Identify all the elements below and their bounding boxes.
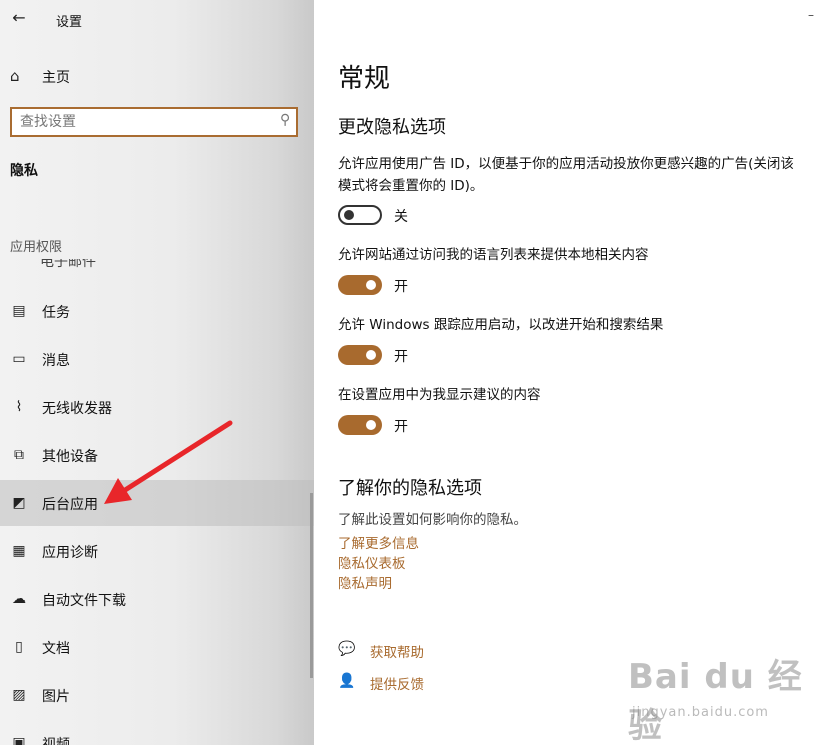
sidebar-item-partial[interactable]: 电子邮件 — [40, 259, 120, 269]
window-control[interactable]: – — [808, 8, 814, 22]
link-privacy-dashboard[interactable]: 隐私仪表板 — [338, 552, 406, 572]
sidebar-item-label: 文档 — [42, 641, 70, 657]
sidebar-item-label: 任务 — [42, 305, 70, 321]
section-title: 隐私 — [10, 163, 38, 179]
toggle-app-launch-tracking[interactable] — [338, 345, 382, 365]
give-feedback-link[interactable]: 提供反馈 — [370, 673, 424, 693]
search-box[interactable]: ⚲ — [10, 107, 298, 137]
main-panel: – 常规 更改隐私选项 允许应用使用广告 ID，以便基于你的应用活动投放你更感兴… — [314, 0, 820, 745]
sidebar-scrollbar[interactable] — [310, 493, 313, 678]
sidebar-item-home[interactable]: ⌂ 主页 — [0, 60, 314, 92]
toggle-knob — [344, 210, 354, 220]
cloud-icon: ☁ — [12, 591, 26, 607]
document-icon: ▯ — [15, 639, 23, 655]
toggle-suggested-content[interactable] — [338, 415, 382, 435]
sidebar: ← 设置 ⌂ 主页 ⚲ 隐私 应用权限 电子邮件 ▤ 任务 ▭ 消息 ⌇ 无线收… — [0, 0, 314, 745]
link-learn-more[interactable]: 了解更多信息 — [338, 532, 419, 552]
sidebar-item-label: 自动文件下载 — [42, 593, 126, 609]
home-icon: ⌂ — [10, 67, 20, 85]
toggle-state-label: 关 — [394, 209, 408, 225]
watermark: Bai du 经验 jingyan.baidu.com — [600, 645, 815, 745]
sidebar-item-partial-label: 电子邮件 — [40, 259, 96, 269]
sidebar-item-tasks[interactable]: ▤ 任务 — [0, 288, 314, 334]
search-input[interactable] — [20, 113, 260, 131]
sidebar-item-radios[interactable]: ⌇ 无线收发器 — [0, 384, 314, 430]
section-heading-know-privacy: 了解你的隐私选项 — [338, 478, 482, 499]
sidebar-item-label: 无线收发器 — [42, 401, 112, 417]
sidebar-item-videos[interactable]: ▣ 视频 — [0, 720, 314, 745]
sidebar-item-label: 其他设备 — [42, 449, 98, 465]
toggle-state-label: 开 — [394, 349, 408, 365]
sidebar-item-label: 视频 — [42, 737, 70, 745]
option-app-launch-tracking-text: 允许 Windows 跟踪应用启动，以改进开始和搜索结果 — [338, 317, 664, 333]
sidebar-item-auto-downloads[interactable]: ☁ 自动文件下载 — [0, 576, 314, 622]
get-help-link[interactable]: 获取帮助 — [370, 641, 424, 661]
sidebar-item-label: 应用诊断 — [42, 545, 98, 561]
home-label: 主页 — [42, 70, 70, 86]
clipboard-icon: ▤ — [12, 303, 26, 319]
group-header: 应用权限 — [10, 240, 63, 255]
devices-icon: ⧉ — [14, 447, 24, 463]
watermark-logo: Bai du 经验 — [628, 657, 803, 745]
sidebar-item-documents[interactable]: ▯ 文档 — [0, 624, 314, 670]
sidebar-item-background-apps[interactable]: ◩ 后台应用 — [0, 480, 314, 526]
back-arrow-icon[interactable]: ← — [8, 8, 30, 30]
toggle-knob — [366, 420, 376, 430]
sidebar-item-label: 图片 — [42, 689, 70, 705]
antenna-icon: ⌇ — [15, 399, 23, 415]
sidebar-item-label: 后台应用 — [42, 497, 98, 513]
video-icon: ▣ — [12, 735, 26, 745]
search-icon[interactable]: ⚲ — [280, 112, 290, 128]
toggle-language-list[interactable] — [338, 275, 382, 295]
section-subtitle: 了解此设置如何影响你的隐私。 — [338, 512, 527, 528]
title-bar: ← 设置 — [0, 0, 314, 38]
option-language-list-text: 允许网站通过访问我的语言列表来提供本地相关内容 — [338, 247, 649, 263]
option-advertising-id-text: 允许应用使用广告 ID，以便基于你的应用活动投放你更感兴趣的广告(关闭该模式将会… — [338, 156, 794, 194]
option-suggested-content-text: 在设置应用中为我显示建议的内容 — [338, 387, 541, 403]
toggle-state-label: 开 — [394, 419, 408, 435]
sidebar-item-app-diagnostics[interactable]: ▦ 应用诊断 — [0, 528, 314, 574]
sidebar-item-label: 消息 — [42, 353, 70, 369]
diagnostics-icon: ▦ — [12, 543, 26, 559]
help-chat-icon: 💬 — [338, 641, 356, 657]
sidebar-item-pictures[interactable]: ▨ 图片 — [0, 672, 314, 718]
sidebar-item-other-devices[interactable]: ⧉ 其他设备 — [0, 432, 314, 478]
chat-icon: ▭ — [12, 351, 26, 367]
toggle-state-label: 开 — [394, 279, 408, 295]
picture-icon: ▨ — [12, 687, 26, 703]
section-heading-change-privacy: 更改隐私选项 — [338, 117, 446, 138]
toggle-knob — [366, 280, 376, 290]
page-title: 常规 — [338, 64, 391, 94]
sidebar-item-messaging[interactable]: ▭ 消息 — [0, 336, 314, 382]
feedback-icon: 👤 — [338, 673, 356, 689]
link-privacy-statement[interactable]: 隐私声明 — [338, 572, 392, 592]
toggle-knob — [366, 350, 376, 360]
background-apps-icon: ◩ — [12, 495, 26, 511]
window-title: 设置 — [56, 15, 83, 30]
toggle-advertising-id[interactable] — [338, 205, 382, 225]
watermark-site: jingyan.baidu.com — [632, 705, 769, 720]
